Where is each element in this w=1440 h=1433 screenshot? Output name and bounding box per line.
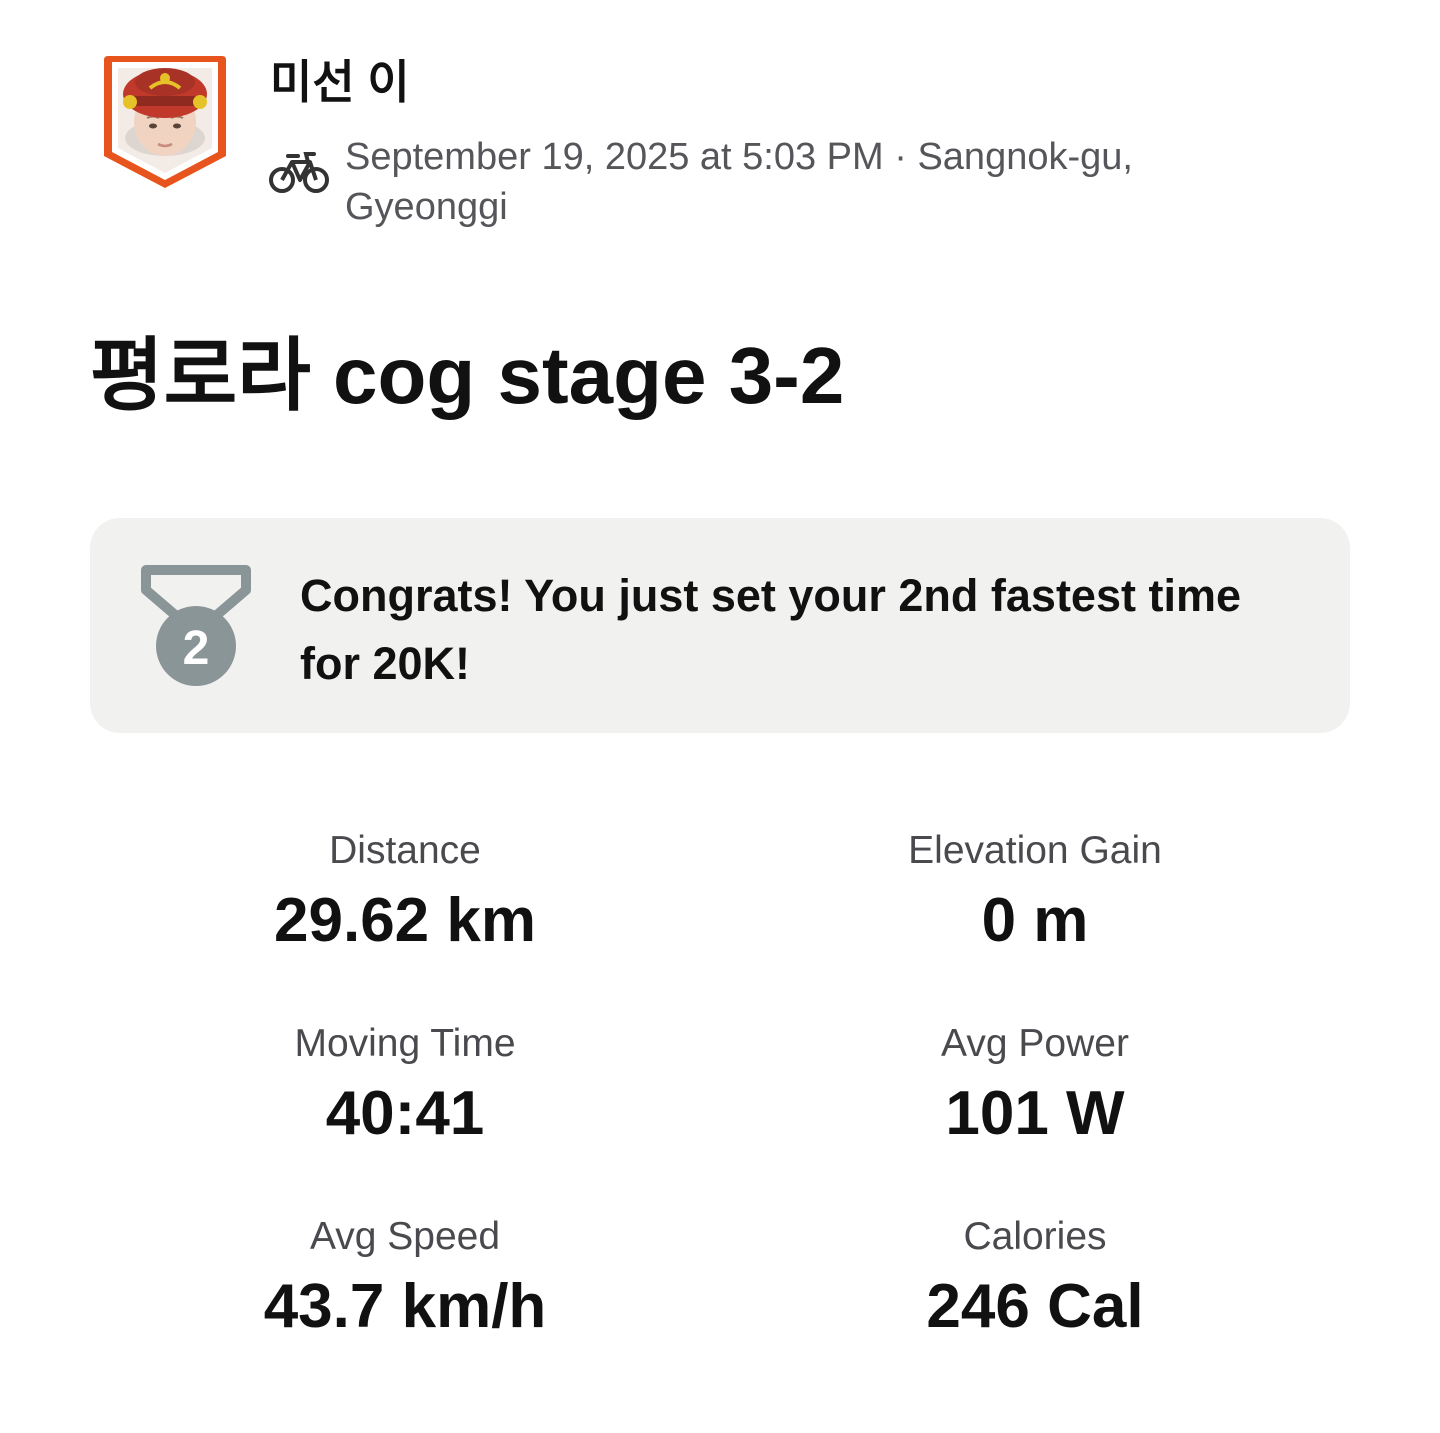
- stat-value: 101 W: [945, 1079, 1125, 1148]
- medal-number: 2: [183, 622, 210, 675]
- stat-distance: Distance 29.62 km: [90, 820, 720, 960]
- avatar-badge-icon: [104, 56, 226, 188]
- athlete-name[interactable]: 미선 이: [270, 54, 410, 110]
- stat-label: Elevation Gain: [908, 829, 1162, 872]
- achievement-text: Congrats! You just set your 2nd fastest …: [300, 570, 1242, 689]
- stat-moving-time: Moving Time 40:41: [90, 1013, 720, 1153]
- bike-icon: [269, 152, 329, 193]
- activity-meta: September 19, 2025 at 5:03 PM · Sangnok-…: [345, 136, 1133, 228]
- stat-calories: Calories 246 Cal: [720, 1206, 1350, 1346]
- stat-elevation-gain: Elevation Gain 0 m: [720, 820, 1350, 960]
- stat-avg-power: Avg Power 101 W: [720, 1013, 1350, 1153]
- stat-label: Avg Speed: [309, 1215, 501, 1258]
- avatar[interactable]: [100, 52, 230, 192]
- activity-title[interactable]: 평로라 cog stage 3-2: [90, 328, 844, 424]
- activity-header: 미선 이 September 19, 2025 at 5:03 PM · San…: [100, 52, 1340, 242]
- stat-value: 246 Cal: [926, 1272, 1144, 1341]
- medal: 2: [138, 564, 254, 688]
- stat-value: 29.62 km: [274, 886, 536, 955]
- stat-value: 0 m: [981, 886, 1089, 955]
- stat-avg-speed: Avg Speed 43.7 km/h: [90, 1206, 720, 1346]
- stat-label: Moving Time: [294, 1022, 516, 1065]
- stat-label: Calories: [963, 1215, 1107, 1258]
- stat-value: 40:41: [325, 1079, 485, 1148]
- activity-type: [268, 148, 330, 194]
- stat-label: Distance: [329, 829, 481, 872]
- achievement-card[interactable]: 2 Congrats! You just set your 2nd fastes…: [90, 518, 1350, 733]
- stat-label: Avg Power: [941, 1022, 1129, 1065]
- silver-medal-icon: 2: [141, 565, 251, 686]
- stat-value: 43.7 km/h: [263, 1272, 547, 1341]
